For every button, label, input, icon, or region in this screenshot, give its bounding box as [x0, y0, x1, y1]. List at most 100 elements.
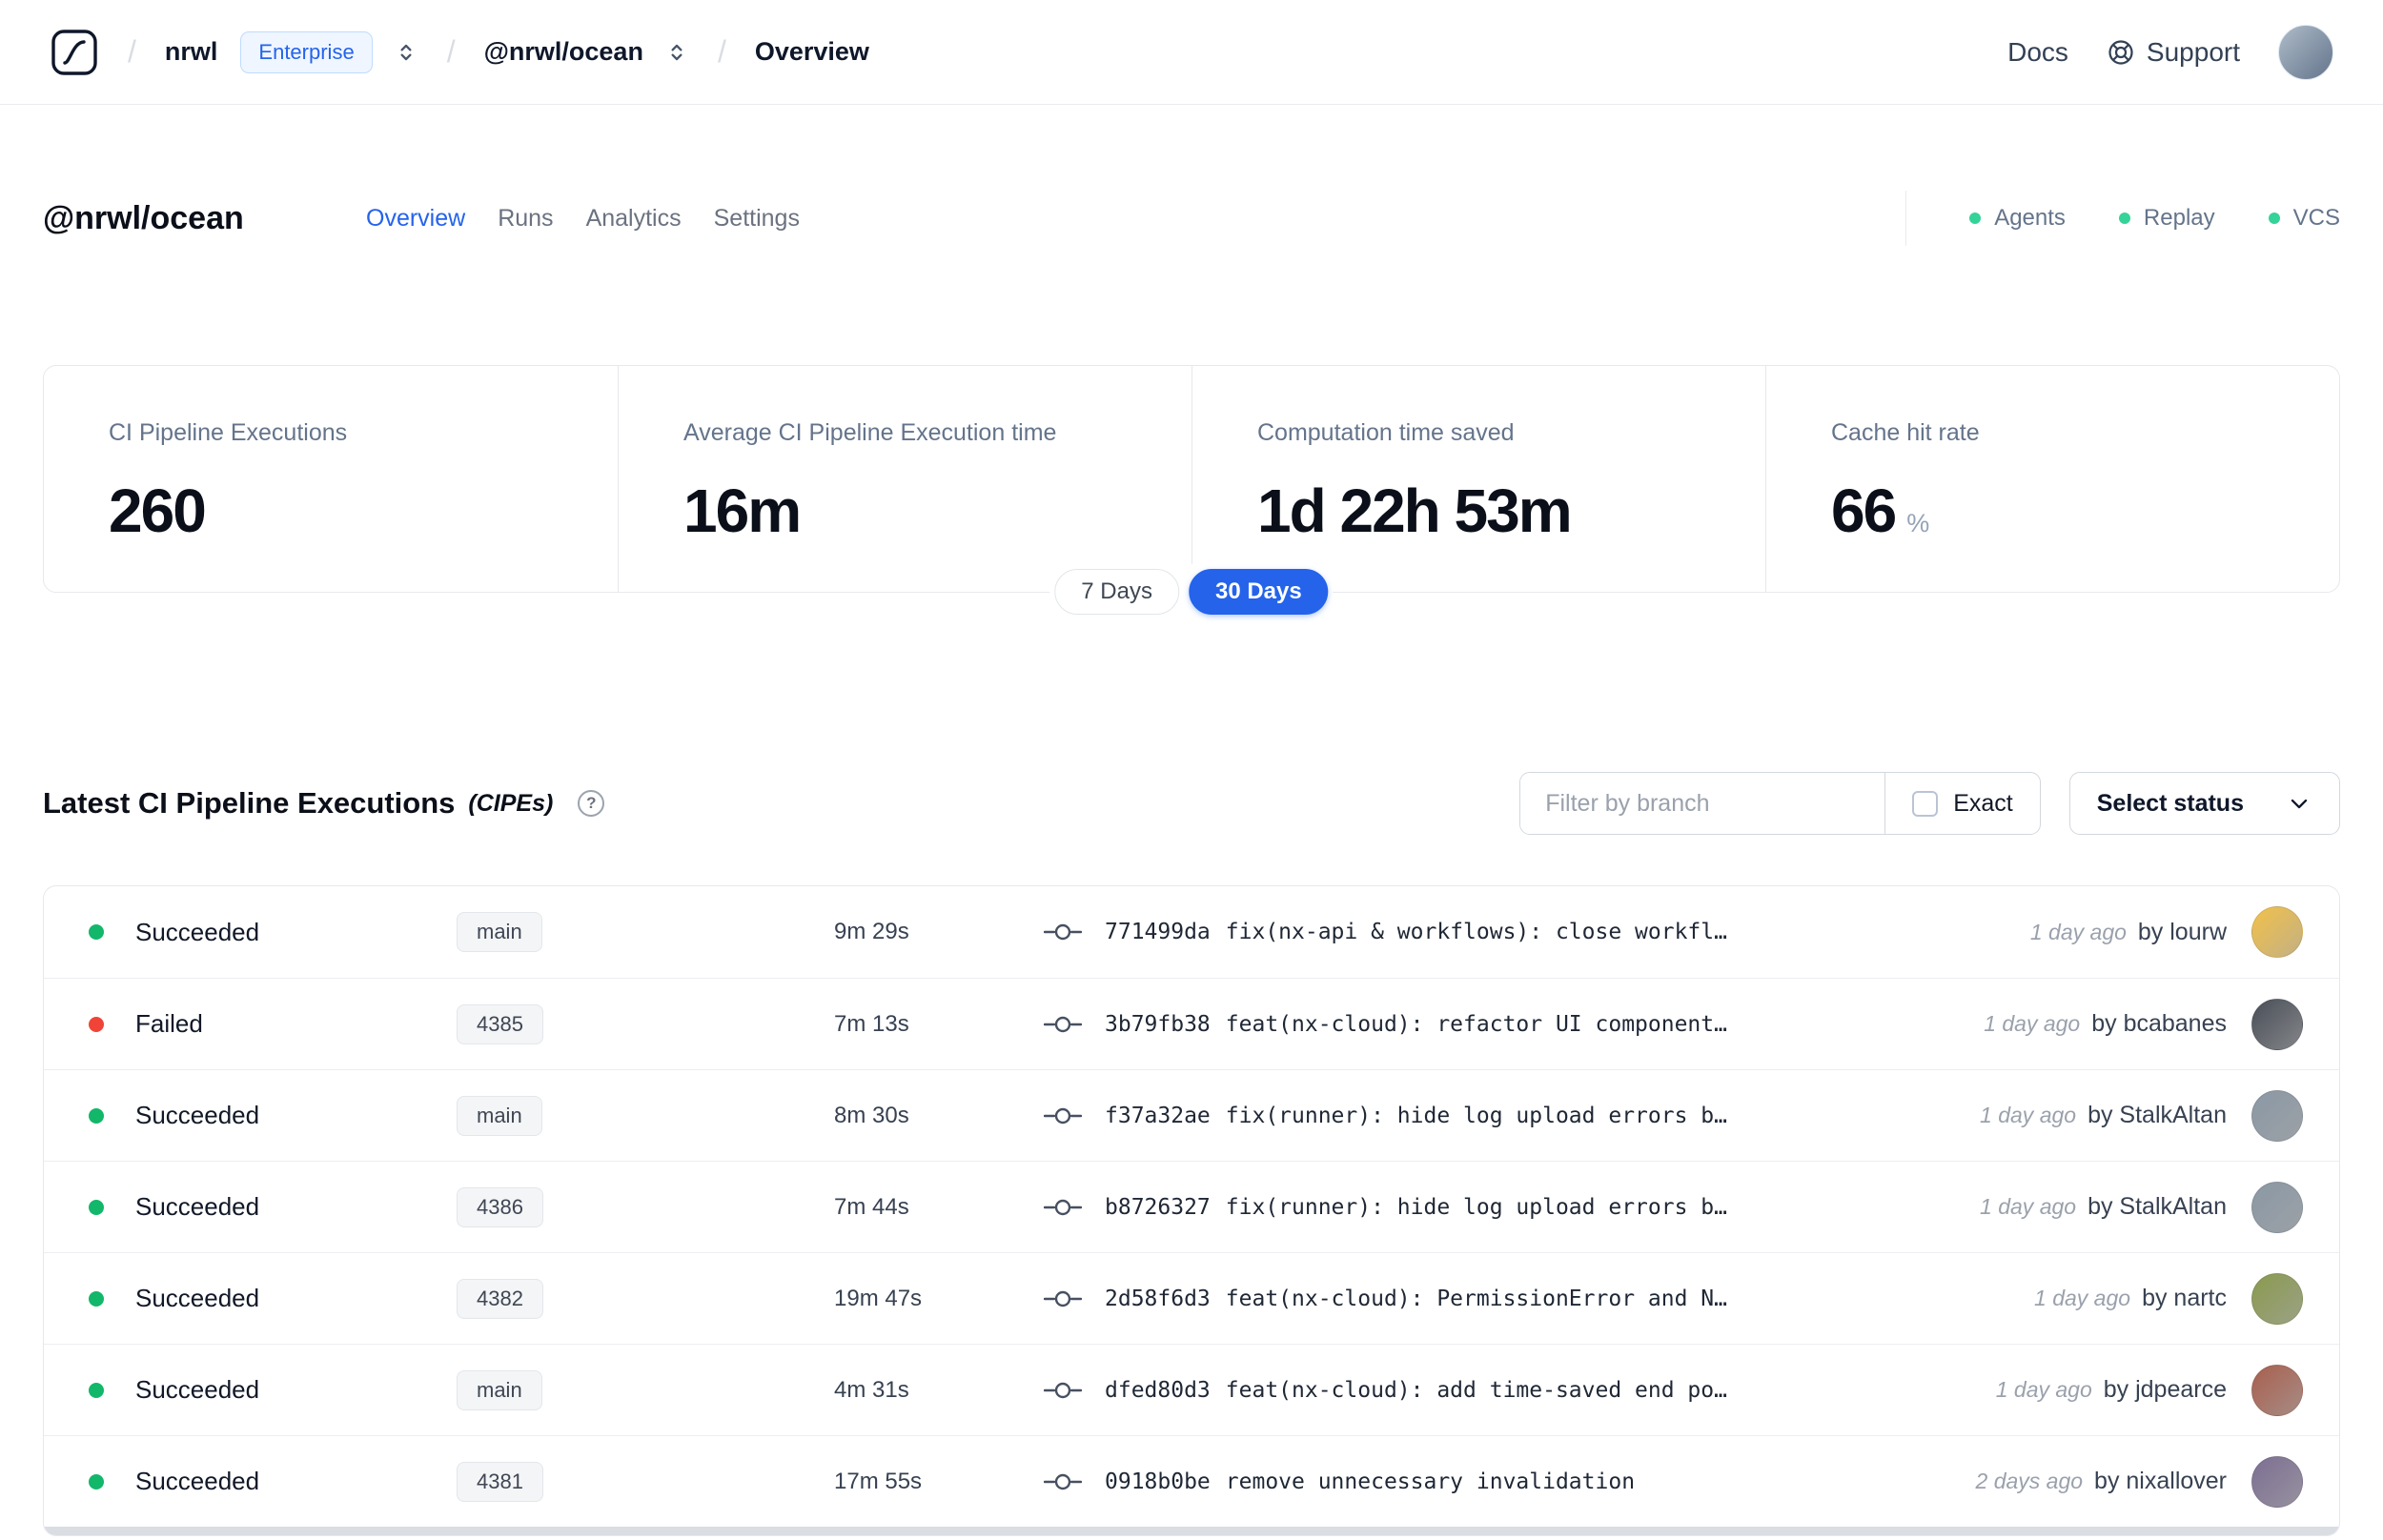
commit-hash: b8726327 [1105, 1194, 1211, 1220]
exact-label: Exact [1953, 789, 2013, 817]
workspace-tab[interactable]: Analytics [586, 205, 682, 233]
cipe-row[interactable]: Succeeded 4382 19m 47s 2d58f6d3 feat(nx-… [44, 1252, 2339, 1344]
cipe-row[interactable]: Failed 4385 7m 13s 3b79fb38 feat(nx-clou… [44, 978, 2339, 1069]
divider [1905, 191, 1907, 246]
author-avatar [2251, 998, 2303, 1050]
cipe-duration: 7m 44s [834, 1193, 909, 1220]
commit-hash: dfed80d3 [1105, 1377, 1211, 1403]
workspace-tab[interactable]: Settings [714, 205, 800, 233]
commit-hash: 771499da [1105, 920, 1211, 944]
service-status-dot-icon [1969, 213, 1982, 224]
page-title: @nrwl/ocean [43, 199, 244, 236]
service-status[interactable]: VCS [2268, 205, 2340, 232]
cipe-branch-cell: main [457, 1095, 542, 1136]
stat-value: 16m [683, 476, 802, 545]
service-status-label: Replay [2143, 205, 2215, 231]
git-commit-icon [1044, 1288, 1082, 1309]
nx-cloud-logo-icon[interactable] [50, 28, 99, 77]
cipe-duration: 9m 29s [834, 919, 909, 944]
branch-badge: 4382 [457, 1278, 543, 1319]
stat-value-suffix: % [1906, 509, 1930, 537]
support-link[interactable]: Support [2107, 37, 2240, 68]
cipe-row[interactable]: Succeeded main 9m 29s 771499da fix(nx-ap… [44, 886, 2339, 978]
commit-hash: 2d58f6d3 [1105, 1286, 1211, 1311]
org-name[interactable]: nrwl [165, 37, 218, 67]
git-commit-icon [1044, 1105, 1082, 1126]
cipe-row[interactable]: Succeeded main 4m 31s dfed80d3 feat(nx-c… [44, 1344, 2339, 1435]
service-status[interactable]: Agents [1969, 205, 2066, 232]
cipes-title-note: (CIPEs) [468, 789, 554, 817]
cipe-author: by bcabanes [2091, 1010, 2227, 1037]
stats-cards: CI Pipeline Executions 260 Average CI Pi… [43, 365, 2340, 619]
cipe-meta-cell: 1 day ago by StalkAltan [1769, 1181, 2303, 1233]
cipe-row[interactable]: Succeeded main 8m 30s f37a32ae fix(runne… [44, 1069, 2339, 1161]
branch-filter-input[interactable] [1520, 773, 1885, 834]
status-dot-icon [89, 1290, 104, 1307]
cipe-author: by nixallover [2094, 1468, 2227, 1494]
help-icon[interactable]: ? [578, 790, 605, 817]
cipe-duration: 4m 31s [834, 1376, 909, 1403]
breadcrumb-page: Overview [754, 37, 869, 66]
status-dot-icon [89, 1107, 104, 1124]
branch-filter-group: Exact [1519, 772, 2041, 835]
cipe-time: 1 day ago [1995, 1377, 2092, 1402]
status-select-button[interactable]: Select status [2068, 772, 2340, 835]
exact-checkbox[interactable] [1912, 790, 1939, 817]
commit-message: fix(nx-api & workflows): close workfl… [1225, 920, 1727, 944]
user-avatar[interactable] [2278, 24, 2333, 80]
stat-label: CI Pipeline Executions [109, 419, 348, 446]
cipe-status-cell: Succeeded [89, 918, 457, 947]
exact-match-toggle: Exact [1884, 773, 2040, 834]
cipe-time: 1 day ago [1984, 1011, 2081, 1036]
stat-card: Average CI Pipeline Execution time 16m [618, 366, 1192, 592]
cipes-title: Latest CI Pipeline Executions [43, 786, 456, 820]
cipe-row[interactable]: Succeeded 4386 7m 44s b8726327 fix(runne… [44, 1161, 2339, 1252]
cipe-commit-cell: 0918b0be remove unnecessary invalidation [1044, 1469, 1769, 1494]
workspace-header: @nrwl/ocean Overview Runs Analytics Sett… [43, 177, 2340, 259]
cipe-status-cell: Failed [89, 1009, 457, 1039]
cipe-author: by StalkAltan [2088, 1193, 2227, 1220]
service-status[interactable]: Replay [2118, 205, 2215, 232]
workspace-tab[interactable]: Overview [366, 205, 465, 233]
commit-hash: 0918b0be [1105, 1469, 1211, 1494]
cipe-status-cell: Succeeded [89, 1467, 457, 1496]
cipe-duration: 17m 55s [834, 1468, 923, 1494]
author-avatar [2251, 1364, 2303, 1416]
cipe-duration: 19m 47s [834, 1285, 923, 1311]
enterprise-badge: Enterprise [240, 30, 373, 73]
commit-message: feat(nx-cloud): add time-saved end po… [1225, 1377, 1727, 1403]
cipe-meta-cell: 1 day ago by jdpearce [1769, 1364, 2303, 1416]
cipe-branch-cell: main [457, 912, 542, 952]
branch-badge: main [457, 912, 542, 952]
workspace-services: Agents Replay VCS [1905, 191, 2340, 246]
stat-card: Cache hit rate 66 % [1765, 366, 2339, 592]
commit-message: remove unnecessary invalidation [1225, 1469, 1636, 1494]
docs-link[interactable]: Docs [2007, 37, 2068, 68]
workspace-name[interactable]: @nrwl/ocean [484, 37, 643, 67]
cipe-branch-cell: 4382 [457, 1278, 543, 1319]
org-switcher-icon[interactable] [394, 40, 418, 65]
commit-message: feat(nx-cloud): PermissionError and N… [1225, 1286, 1727, 1311]
chevron-down-icon [2286, 790, 2312, 817]
date-range-pill[interactable]: 30 Days [1188, 569, 1329, 615]
breadcrumb-separator: / [717, 34, 726, 69]
cipe-row[interactable]: Succeeded 4381 17m 55s 0918b0be remove u… [44, 1435, 2339, 1527]
git-commit-icon [1044, 1380, 1082, 1401]
stat-card: Computation time saved 1d 22h 53m [1192, 366, 1765, 592]
date-range-pill[interactable]: 7 Days [1054, 569, 1179, 615]
stat-card: CI Pipeline Executions 260 [44, 366, 618, 592]
commit-hash: 3b79fb38 [1105, 1011, 1211, 1037]
service-status-label: Agents [1994, 205, 2066, 231]
cipe-commit-cell: dfed80d3 feat(nx-cloud): add time-saved … [1044, 1378, 1769, 1403]
status-text: Failed [135, 1009, 203, 1038]
author-avatar [2251, 1181, 2303, 1233]
cipes-controls: Exact Select status [1519, 772, 2340, 835]
branch-badge: main [457, 1369, 542, 1410]
workspace-tab[interactable]: Runs [498, 205, 553, 233]
workspace-switcher-icon[interactable] [664, 40, 689, 65]
cipe-commit-cell: b8726327 fix(runner): hide log upload er… [1044, 1195, 1769, 1220]
cipe-branch-cell: 4381 [457, 1461, 543, 1502]
git-commit-icon [1044, 1471, 1082, 1492]
cipe-time: 2 days ago [1975, 1469, 2084, 1493]
status-select-label: Select status [2096, 789, 2244, 817]
